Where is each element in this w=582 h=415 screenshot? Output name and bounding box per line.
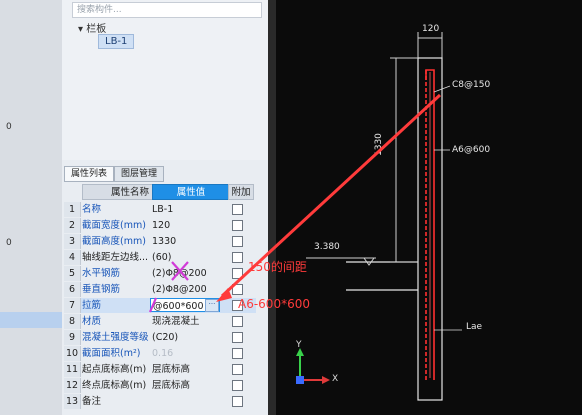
table-row[interactable]: 2 截面宽度(mm) 120: [64, 218, 256, 233]
row-value[interactable]: 120: [152, 218, 226, 233]
row-value[interactable]: 层底标高: [152, 362, 226, 377]
search-input[interactable]: 搜索构件...: [72, 2, 262, 18]
add-checkbox[interactable]: [232, 396, 243, 407]
row-label: 水平钢筋: [82, 268, 121, 279]
add-checkbox[interactable]: [232, 284, 243, 295]
table-row[interactable]: 1 名称 LB-1: [64, 202, 256, 217]
add-checkbox[interactable]: [232, 252, 243, 263]
row-number: 4: [64, 250, 81, 265]
table-row[interactable]: 4 轴线距左边线... (60): [64, 250, 256, 265]
add-checkbox[interactable]: [232, 364, 243, 375]
row-label: 轴线距左边线...: [82, 252, 149, 263]
table-row[interactable]: 6 垂直钢筋 (2)Φ8@200: [64, 282, 256, 297]
row-value[interactable]: LB-1: [152, 202, 226, 217]
row-value[interactable]: (C20): [152, 330, 226, 345]
cad-rebar-top: C8@150: [452, 80, 491, 90]
row-value[interactable]: 现浇混凝土: [152, 314, 226, 329]
table-row[interactable]: 12 终点底标高(m) 层底标高: [64, 378, 256, 393]
ellipsis-button[interactable]: ···: [205, 299, 219, 312]
table-row[interactable]: 9 混凝土强度等级 (C20): [64, 330, 256, 345]
row-label: 备注: [82, 396, 102, 407]
row-value[interactable]: (2)Φ8@200: [152, 266, 226, 281]
row-number: 9: [64, 330, 81, 345]
table-row[interactable]: 3 截面高度(mm) 1330: [64, 234, 256, 249]
cad-width-dim: 120: [422, 24, 440, 34]
row-value[interactable]: 层底标高: [152, 378, 226, 393]
ucs-x-label: X: [332, 374, 339, 384]
cad-height-dim: 1330: [374, 133, 384, 156]
tab-properties[interactable]: 属性列表: [64, 166, 115, 182]
table-row[interactable]: 13 备注: [64, 394, 256, 409]
row-label: 截面宽度(mm): [82, 220, 146, 231]
row-value[interactable]: 0.16: [152, 346, 226, 361]
ucs-y-label: Y: [296, 340, 302, 350]
tree-node-lb1[interactable]: LB-1: [98, 34, 135, 49]
add-checkbox[interactable]: [232, 316, 243, 327]
component-tree-panel: 搜索构件... ▾ 栏板 LB-1: [62, 0, 273, 160]
add-checkbox[interactable]: [232, 204, 243, 215]
collapse-icon[interactable]: ▾: [78, 24, 86, 35]
row-number: 5: [64, 266, 81, 281]
tree-node-railing[interactable]: ▾ 栏板: [78, 20, 106, 35]
row-label: 名称: [82, 204, 102, 215]
row-value[interactable]: (60): [152, 250, 226, 265]
row-label: 材质: [82, 316, 102, 327]
cad-canvas: [296, 32, 462, 401]
row-number: 11: [64, 362, 81, 377]
row-number: 2: [64, 218, 81, 233]
row-number: 3: [64, 234, 81, 249]
add-checkbox[interactable]: [232, 348, 243, 359]
add-checkbox[interactable]: [232, 236, 243, 247]
row-number: 7: [64, 298, 81, 313]
row-number: 6: [64, 282, 81, 297]
row-label: 拉筋: [82, 300, 102, 311]
annotation-tie: A6-600*600: [238, 297, 310, 311]
row-value[interactable]: 1330: [152, 234, 226, 249]
row-number: 12: [64, 378, 81, 393]
header-value: 属性值: [152, 184, 230, 200]
table-row[interactable]: 7 拉筋 @600*600 ···: [64, 298, 256, 313]
add-checkbox[interactable]: [232, 332, 243, 343]
edge-number: 0: [6, 122, 12, 132]
table-row[interactable]: 5 水平钢筋 (2)Φ8@200: [64, 266, 256, 281]
cad-lae-label: Lae: [466, 322, 483, 332]
row-number: 8: [64, 314, 81, 329]
header-add: 附加: [228, 184, 254, 200]
add-checkbox[interactable]: [232, 220, 243, 231]
add-checkbox[interactable]: [232, 268, 243, 279]
edge-selected-row[interactable]: [0, 312, 62, 328]
table-row[interactable]: 8 材质 现浇混凝土: [64, 314, 256, 329]
table-row[interactable]: 10 截面面积(m²) 0.16: [64, 346, 256, 361]
screen-bezel: [268, 0, 276, 415]
row-label: 起点底标高(m): [82, 364, 147, 375]
annotation-spacing: 150的间距: [248, 260, 307, 274]
cad-drawing: 120 C8@150 A6@600 1330 3.380 Lae Y X: [276, 0, 582, 415]
cad-elevation: 3.380: [314, 242, 340, 252]
table-row[interactable]: 11 起点底标高(m) 层底标高: [64, 362, 256, 377]
row-label: 垂直钢筋: [82, 284, 121, 295]
row-label: 混凝土强度等级: [82, 332, 149, 343]
row-value[interactable]: (2)Φ8@200: [152, 282, 226, 297]
row-number: 10: [64, 346, 81, 361]
tab-layers[interactable]: 图层管理: [114, 166, 165, 182]
row-label: 终点底标高(m): [82, 380, 147, 391]
property-panel: 属性列表 图层管理 属性名称 属性值 附加 1 名称 LB-1 2 截面宽度(mm) 12…: [62, 160, 273, 415]
row-number: 13: [64, 394, 81, 409]
app-left-edge: 0 0: [0, 0, 62, 415]
add-checkbox[interactable]: [232, 380, 243, 391]
row-label: 截面面积(m²): [82, 348, 141, 359]
row-number: 1: [64, 202, 81, 217]
edge-number: 0: [6, 238, 12, 248]
cad-rebar-mid: A6@600: [452, 145, 491, 155]
row-label: 截面高度(mm): [82, 236, 146, 247]
